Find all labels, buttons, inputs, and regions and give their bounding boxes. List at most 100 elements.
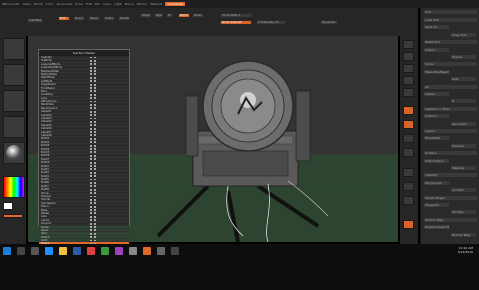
visibility-checkbox[interactable]: [90, 219, 92, 222]
select-checkbox[interactable]: [94, 188, 96, 191]
visibility-checkbox[interactable]: [90, 93, 92, 96]
menu-item[interactable]: File: [95, 2, 100, 6]
visibility-checkbox[interactable]: [90, 195, 92, 198]
tool-palette-item[interactable]: Displacement Map: [424, 225, 449, 230]
persp-button[interactable]: [403, 106, 414, 115]
visibility-checkbox[interactable]: [90, 117, 92, 120]
draw-button[interactable]: Draw: [73, 16, 85, 21]
select-checkbox[interactable]: [94, 63, 96, 66]
visibility-checkbox[interactable]: [90, 103, 92, 106]
tool-palette-item[interactable]: Normal Map: [451, 232, 476, 237]
spix-button[interactable]: [403, 52, 414, 61]
select-checkbox[interactable]: [94, 165, 96, 167]
tool-palette-item[interactable]: Polygroups: [424, 180, 449, 185]
select-checkbox[interactable]: [94, 127, 96, 130]
visibility-checkbox[interactable]: [90, 107, 92, 110]
visibility-checkbox[interactable]: [90, 222, 92, 225]
tool-palette-item[interactable]: Copy Tool: [451, 32, 476, 37]
select-checkbox[interactable]: [94, 236, 96, 238]
select-checkbox[interactable]: [94, 232, 96, 235]
select-checkbox[interactable]: [94, 134, 96, 137]
stroke-icon[interactable]: [3, 64, 25, 86]
scale-button[interactable]: Scale: [103, 16, 115, 21]
visibility-checkbox[interactable]: [90, 181, 92, 184]
rgb-button[interactable]: Rgb: [154, 13, 164, 18]
select-checkbox[interactable]: [94, 59, 96, 62]
visibility-checkbox[interactable]: [90, 202, 92, 205]
dynamic-button[interactable]: Dynamic: [320, 20, 338, 25]
select-checkbox[interactable]: [94, 56, 96, 59]
menu-item[interactable]: Macro: [125, 2, 134, 6]
tool-palette-item[interactable]: Visible: [424, 92, 449, 96]
mrgb-button[interactable]: Mrgb: [140, 13, 152, 18]
menu-item[interactable]: Color: [46, 2, 54, 6]
menu-item[interactable]: Light: [114, 2, 122, 6]
tool-palette-item[interactable]: Make PolyMesh3D: [424, 69, 449, 74]
select-checkbox[interactable]: [94, 70, 96, 72]
visibility-checkbox[interactable]: [90, 127, 92, 130]
visibility-checkbox[interactable]: [90, 141, 92, 144]
tool-palette-item[interactable]: Save As: [424, 25, 449, 30]
focal-shift-slider[interactable]: Focal Shift 0: [220, 13, 252, 18]
select-checkbox[interactable]: [94, 103, 96, 106]
tool-palette-item[interactable]: Paste Tool: [424, 40, 477, 45]
visibility-checkbox[interactable]: [90, 80, 92, 82]
app-icon-5[interactable]: [157, 247, 165, 255]
folder-icon[interactable]: [59, 247, 67, 255]
select-checkbox[interactable]: [94, 148, 96, 150]
tool-palette-item[interactable]: Load Tool: [424, 18, 477, 22]
select-checkbox[interactable]: [94, 73, 96, 76]
visibility-checkbox[interactable]: [90, 188, 92, 191]
quicksave-button[interactable]: QuickSave: [165, 2, 186, 6]
tool-palette-item[interactable]: Visibility: [424, 173, 477, 178]
switch-color-button[interactable]: [3, 214, 23, 218]
visibility-checkbox[interactable]: [90, 209, 92, 211]
select-checkbox[interactable]: [94, 83, 96, 86]
visibility-checkbox[interactable]: [90, 63, 92, 66]
visibility-checkbox[interactable]: [90, 83, 92, 86]
menu-item[interactable]: Alpha: [23, 2, 32, 6]
zoom-button[interactable]: [403, 76, 414, 85]
select-checkbox[interactable]: [94, 131, 96, 133]
select-checkbox[interactable]: [94, 100, 96, 103]
visibility-checkbox[interactable]: [90, 100, 92, 103]
visibility-checkbox[interactable]: [90, 76, 92, 79]
select-checkbox[interactable]: [94, 219, 96, 222]
visibility-checkbox[interactable]: [90, 232, 92, 235]
select-checkbox[interactable]: [94, 154, 96, 157]
visibility-checkbox[interactable]: [90, 110, 92, 113]
visibility-checkbox[interactable]: [90, 175, 92, 177]
tool-palette-item[interactable]: Surface: [424, 151, 477, 156]
material-icon[interactable]: [3, 142, 25, 164]
select-checkbox[interactable]: [94, 124, 96, 127]
zoom3d-button[interactable]: [403, 196, 414, 205]
visibility-checkbox[interactable]: [90, 158, 92, 160]
tool-palette-item[interactable]: Texture Map: [424, 217, 477, 222]
menu-item[interactable]: Layer: [103, 2, 111, 6]
select-checkbox[interactable]: [94, 137, 96, 140]
main-color-swatch[interactable]: [3, 202, 13, 210]
tool-palette-item[interactable]: R: [451, 99, 476, 104]
visibility-checkbox[interactable]: [90, 97, 92, 99]
visibility-checkbox[interactable]: [90, 171, 92, 174]
select-checkbox[interactable]: [94, 80, 96, 82]
tool-palette-item[interactable]: GoZ: [451, 77, 476, 82]
color-picker-icon[interactable]: [3, 176, 25, 198]
zsub-button[interactable]: Zsub: [192, 13, 204, 18]
lightbox-button[interactable]: LightBox: [27, 18, 43, 23]
select-checkbox[interactable]: [94, 222, 96, 225]
visibility-checkbox[interactable]: [90, 165, 92, 167]
zadd-button[interactable]: Zadd: [178, 13, 190, 18]
select-checkbox[interactable]: [94, 181, 96, 184]
zbrush-taskbar-icon[interactable]: [143, 247, 151, 255]
tool-palette-item[interactable]: Layers: [424, 129, 477, 133]
visibility-checkbox[interactable]: [90, 168, 92, 171]
visibility-checkbox[interactable]: [90, 59, 92, 62]
visibility-checkbox[interactable]: [90, 212, 92, 215]
visibility-checkbox[interactable]: [90, 73, 92, 76]
select-checkbox[interactable]: [94, 185, 96, 188]
tool-palette-item[interactable]: Export: [451, 55, 476, 59]
search-icon[interactable]: [17, 247, 25, 255]
visibility-checkbox[interactable]: [90, 239, 92, 242]
task-view-icon[interactable]: [31, 247, 39, 255]
